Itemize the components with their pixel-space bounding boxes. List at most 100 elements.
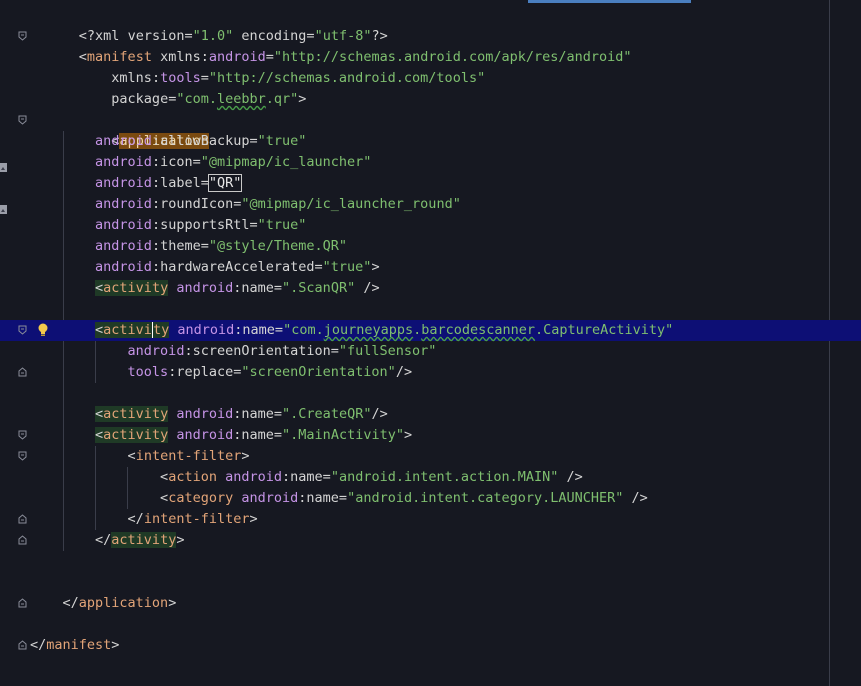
tag-name: activity bbox=[103, 406, 169, 422]
fold-end-marker-icon[interactable] bbox=[18, 598, 27, 608]
code-line[interactable]: </application> bbox=[0, 593, 861, 614]
code-line[interactable]: android:screenOrientation="fullSensor" bbox=[0, 341, 861, 362]
tag-open: < bbox=[95, 322, 104, 338]
attr-namespace: android bbox=[95, 154, 152, 170]
tag-close: > bbox=[249, 511, 258, 527]
attr-namespace: android bbox=[95, 133, 152, 149]
attr-value: "@style/Theme.QR" bbox=[208, 238, 348, 254]
attr-value: "android.intent.action.MAIN" bbox=[330, 469, 559, 485]
code-line[interactable]: android:roundIcon="@mipmap/ic_launcher_r… bbox=[0, 194, 861, 215]
attr-namespace: android bbox=[177, 322, 235, 338]
equals: = bbox=[314, 259, 323, 275]
tag-end-open: </ bbox=[95, 532, 112, 548]
code-line[interactable]: android:hardwareAccelerated="true"> bbox=[0, 257, 861, 278]
code-line[interactable]: <manifest xmlns:android="http://schemas.… bbox=[0, 26, 861, 65]
tag-name: manifest bbox=[46, 637, 112, 653]
attr-name: name bbox=[306, 490, 339, 506]
horizontal-scroll-thumb[interactable] bbox=[528, 0, 691, 3]
image-preview-icon[interactable] bbox=[0, 157, 7, 172]
code-line[interactable]: android:theme="@style/Theme.QR" bbox=[0, 236, 861, 257]
code-line[interactable]: <application bbox=[0, 110, 861, 149]
tag-name: application bbox=[78, 595, 169, 611]
fold-end-marker-icon[interactable] bbox=[18, 514, 27, 524]
fold-end-marker-icon[interactable] bbox=[18, 367, 27, 377]
colon: : bbox=[151, 133, 161, 149]
tag-name: activi bbox=[103, 322, 152, 338]
equals: = bbox=[200, 175, 209, 191]
code-line[interactable]: <category android:name="android.intent.c… bbox=[0, 488, 861, 509]
code-line[interactable]: xmlns:tools="http://schemas.android.com/… bbox=[0, 47, 861, 86]
tag-name: activity bbox=[103, 427, 169, 443]
tag-name: activity bbox=[111, 532, 177, 548]
attr-value-boxed[interactable]: "QR" bbox=[207, 174, 243, 192]
code-line[interactable]: <activity android:name=".CreateQR"/> bbox=[0, 404, 861, 425]
image-preview-icon[interactable] bbox=[0, 199, 7, 214]
code-line[interactable]: <action android:name="android.intent.act… bbox=[0, 467, 861, 488]
attr-value: "true" bbox=[257, 217, 307, 233]
attr-value: "android.intent.category.LAUNCHER" bbox=[347, 490, 624, 506]
attr-value: ".CreateQR" bbox=[282, 406, 372, 422]
fold-marker-icon[interactable] bbox=[18, 115, 27, 125]
code-line[interactable]: android:label="QR" bbox=[0, 173, 861, 194]
code-line[interactable]: </manifest> bbox=[0, 635, 861, 656]
tag-name: intent-filter bbox=[135, 448, 242, 464]
attr-value: "com. bbox=[176, 91, 217, 107]
fold-marker-icon[interactable] bbox=[18, 451, 27, 461]
equals: = bbox=[338, 490, 348, 506]
colon: : bbox=[151, 154, 161, 170]
tag-close: > bbox=[168, 595, 177, 611]
equals: = bbox=[249, 217, 258, 233]
tag-close: > bbox=[111, 637, 120, 653]
code-line[interactable]: tools:replace="screenOrientation"/> bbox=[0, 362, 861, 383]
code-line[interactable]: android:supportsRtl="true" bbox=[0, 215, 861, 236]
current-code-line[interactable]: <activity android:name="com.journeyapps.… bbox=[0, 320, 861, 341]
attr-name: theme bbox=[160, 238, 201, 254]
spelling-warning-text: journeyapps bbox=[323, 322, 414, 338]
code-line[interactable]: <activity android:name=".ScanQR" /> bbox=[0, 278, 861, 299]
tag-open: < bbox=[95, 427, 104, 443]
spelling-warning-text: leebbr bbox=[216, 91, 266, 107]
colon: : bbox=[151, 217, 161, 233]
fold-marker-icon[interactable] bbox=[18, 325, 27, 335]
attr-name: hardwareAccelerated bbox=[160, 259, 315, 275]
attr-namespace: android bbox=[95, 259, 152, 275]
code-line[interactable]: android:icon="@mipmap/ic_launcher" bbox=[0, 152, 861, 173]
code-editor[interactable]: <?xml version="1.0" encoding="utf-8"?> <… bbox=[0, 0, 861, 686]
editor-gutter[interactable] bbox=[0, 0, 30, 686]
fold-marker-icon[interactable] bbox=[18, 31, 27, 41]
code-line[interactable]: android:allowBackup="true" bbox=[0, 131, 861, 152]
fold-marker-icon[interactable] bbox=[18, 430, 27, 440]
code-line[interactable]: package="com.leebbr.qr"> bbox=[0, 68, 861, 107]
fold-end-marker-icon[interactable] bbox=[18, 535, 27, 545]
code-line[interactable]: </intent-filter> bbox=[0, 509, 861, 530]
code-line[interactable]: <activity android:name=".MainActivity"> bbox=[0, 425, 861, 446]
tag-self-close: /> bbox=[558, 469, 583, 485]
attr-name: roundIcon bbox=[160, 196, 234, 212]
tag-close: > bbox=[241, 448, 250, 464]
code-line[interactable]: </activity> bbox=[0, 530, 861, 551]
attr-value: "true" bbox=[257, 133, 307, 149]
colon: : bbox=[151, 196, 161, 212]
attr-value: "com. bbox=[283, 322, 324, 338]
code-line[interactable]: <intent-filter> bbox=[0, 446, 861, 467]
tag-close: > bbox=[298, 91, 307, 107]
attr-value: "screenOrientation" bbox=[241, 364, 396, 380]
attr-name: label bbox=[160, 175, 201, 191]
code-line[interactable]: <?xml version="1.0" encoding="utf-8"?> bbox=[0, 5, 861, 44]
tag-end-open: </ bbox=[30, 637, 47, 653]
tag-name: intent-filter bbox=[143, 511, 250, 527]
lightbulb-icon[interactable] bbox=[37, 322, 49, 336]
attr-name: name bbox=[290, 469, 323, 485]
fold-end-marker-icon[interactable] bbox=[18, 640, 27, 650]
tag-close: > bbox=[403, 427, 413, 443]
